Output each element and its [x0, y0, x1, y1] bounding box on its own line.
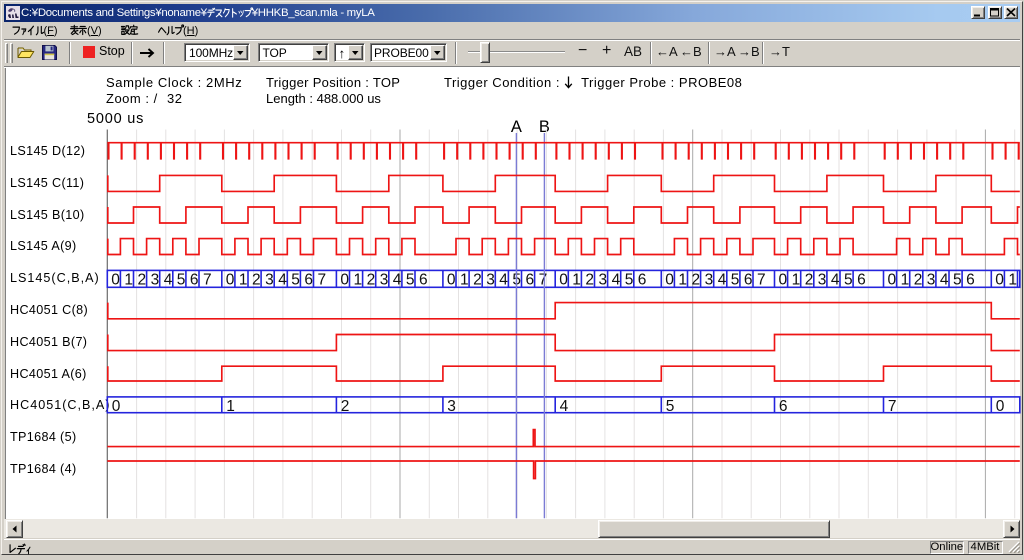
svg-text:1: 1 — [678, 272, 687, 289]
svg-text:7: 7 — [888, 398, 897, 415]
svg-text:3: 3 — [151, 272, 160, 289]
svg-text:3: 3 — [598, 272, 607, 289]
svg-text:1: 1 — [239, 272, 248, 289]
svg-text:0: 0 — [665, 272, 674, 289]
svg-text:0: 0 — [340, 272, 349, 289]
svg-text:1: 1 — [353, 272, 362, 289]
svg-text:3: 3 — [486, 272, 495, 289]
svg-text:2: 2 — [341, 398, 350, 415]
svg-text:2: 2 — [137, 272, 146, 289]
svg-text:7: 7 — [539, 272, 548, 289]
svg-text:6: 6 — [966, 272, 975, 289]
svg-text:0: 0 — [447, 272, 456, 289]
svg-text:4: 4 — [560, 398, 569, 415]
svg-text:4: 4 — [831, 272, 840, 289]
svg-text:5: 5 — [666, 398, 675, 415]
svg-text:5: 5 — [953, 272, 962, 289]
svg-text:1: 1 — [1008, 272, 1017, 289]
svg-text:6: 6 — [190, 272, 199, 289]
svg-text:6: 6 — [857, 272, 866, 289]
svg-text:5: 5 — [731, 272, 740, 289]
svg-text:7: 7 — [203, 272, 212, 289]
svg-text:3: 3 — [818, 272, 827, 289]
svg-text:1: 1 — [226, 398, 235, 415]
svg-text:2: 2 — [367, 272, 376, 289]
svg-text:7: 7 — [757, 272, 766, 289]
svg-text:1: 1 — [124, 272, 133, 289]
svg-text:0: 0 — [995, 272, 1004, 289]
svg-text:5: 5 — [625, 272, 634, 289]
svg-text:5: 5 — [406, 272, 415, 289]
svg-text:6: 6 — [304, 272, 313, 289]
svg-text:4: 4 — [164, 272, 173, 289]
svg-text:6: 6 — [638, 272, 647, 289]
svg-text:3: 3 — [265, 272, 274, 289]
svg-text:3: 3 — [380, 272, 389, 289]
svg-text:6: 6 — [419, 272, 428, 289]
svg-text:2: 2 — [473, 272, 482, 289]
svg-text:1: 1 — [792, 272, 801, 289]
svg-text:4: 4 — [612, 272, 621, 289]
svg-text:3: 3 — [705, 272, 714, 289]
svg-text:4: 4 — [718, 272, 727, 289]
svg-text:4: 4 — [393, 272, 402, 289]
svg-text:0: 0 — [111, 272, 120, 289]
svg-text:1: 1 — [460, 272, 469, 289]
svg-text:6: 6 — [744, 272, 753, 289]
svg-text:2: 2 — [691, 272, 700, 289]
svg-text:4: 4 — [499, 272, 508, 289]
svg-text:2: 2 — [252, 272, 261, 289]
svg-text:2: 2 — [585, 272, 594, 289]
svg-text:0: 0 — [559, 272, 568, 289]
svg-text:6: 6 — [779, 398, 788, 415]
svg-text:0: 0 — [996, 398, 1005, 415]
svg-text:3: 3 — [447, 398, 456, 415]
svg-text:1: 1 — [901, 272, 910, 289]
svg-text:0: 0 — [226, 272, 235, 289]
svg-text:5: 5 — [844, 272, 853, 289]
svg-text:5: 5 — [177, 272, 186, 289]
svg-text:3: 3 — [927, 272, 936, 289]
svg-text:1: 1 — [572, 272, 581, 289]
svg-text:2: 2 — [914, 272, 923, 289]
svg-text:2: 2 — [805, 272, 814, 289]
svg-text:6: 6 — [525, 272, 534, 289]
svg-text:0: 0 — [887, 272, 896, 289]
svg-text:4: 4 — [278, 272, 287, 289]
svg-text:7: 7 — [317, 272, 326, 289]
svg-text:5: 5 — [291, 272, 300, 289]
svg-text:0: 0 — [112, 398, 121, 415]
svg-text:4: 4 — [940, 272, 949, 289]
svg-text:0: 0 — [778, 272, 787, 289]
